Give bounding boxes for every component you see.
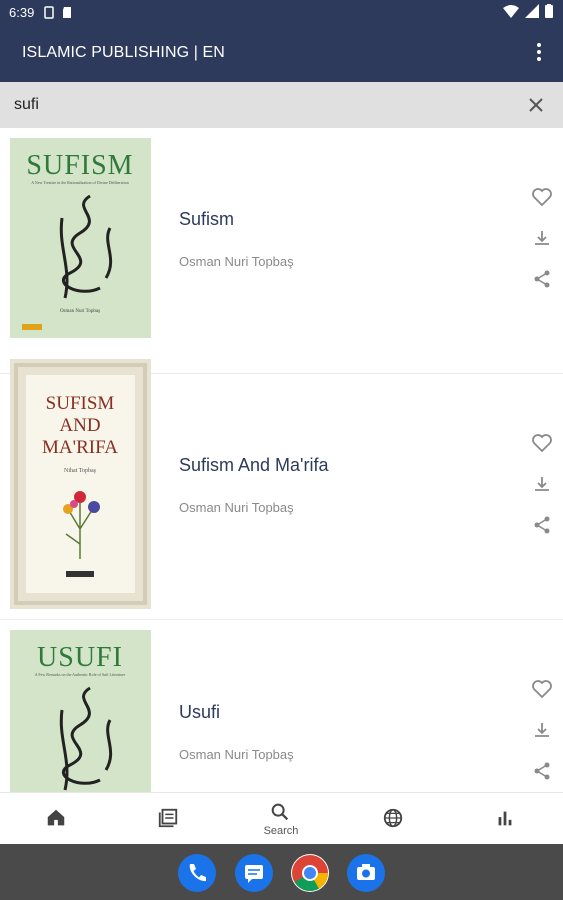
book-title: Sufism: [179, 209, 235, 229]
book-item[interactable]: USUFI A Few Remarks on the Authentic Rol…: [0, 620, 563, 792]
globe-icon: [383, 808, 403, 828]
nav-language[interactable]: [354, 793, 434, 845]
book-title: Sufism And Ma'rifa: [179, 455, 329, 475]
wifi-icon: [503, 5, 519, 18]
search-icon: [271, 803, 289, 821]
app-bar: ISLAMIC PUBLISHING | EN: [0, 26, 563, 82]
bottom-nav: Search: [0, 792, 563, 844]
cover-author: Nihat Topbaş: [64, 468, 97, 474]
home-icon: [47, 809, 65, 826]
sd-card-icon: [63, 7, 71, 18]
search-bar: [0, 82, 563, 128]
sim-icon: [44, 6, 54, 19]
close-icon[interactable]: [527, 96, 545, 114]
download-icon[interactable]: [530, 472, 554, 496]
system-dock: [0, 844, 563, 900]
status-time: 6:39: [9, 5, 35, 20]
book-list: SUFISM A New Treatise in the Rationaliza…: [0, 128, 563, 792]
cover-author: Osman Nuri Topbaş: [60, 309, 100, 314]
heart-icon[interactable]: [530, 677, 554, 701]
cover-heading: USUFI: [37, 642, 123, 673]
signal-icon: [525, 4, 539, 18]
nav-home[interactable]: [17, 793, 97, 845]
book-cover[interactable]: SUFISM AND MA'RIFA Nihat Topbaş: [10, 359, 151, 609]
cover-heading-1: SUFISM: [46, 393, 115, 414]
cover-subtitle: A Few Remarks on the Authentic Role of S…: [35, 672, 126, 677]
share-icon[interactable]: [530, 267, 554, 291]
heart-icon[interactable]: [530, 431, 554, 455]
cover-heading: SUFISM: [26, 150, 133, 181]
share-icon[interactable]: [530, 759, 554, 783]
download-icon[interactable]: [530, 718, 554, 742]
book-cover[interactable]: SUFISM A New Treatise in the Rationaliza…: [10, 138, 151, 338]
bar-chart-icon: [498, 811, 512, 826]
book-author: Osman Nuri Topbaş: [179, 500, 294, 515]
book-author: Osman Nuri Topbaş: [179, 254, 294, 269]
book-item[interactable]: SUFISM AND MA'RIFA Nihat Topbaş Sufism A…: [0, 349, 563, 620]
app-title: ISLAMIC PUBLISHING | EN: [22, 44, 225, 61]
nav-stats[interactable]: [466, 793, 546, 845]
messages-app-icon[interactable]: [235, 854, 273, 892]
search-input[interactable]: [14, 92, 494, 118]
share-icon[interactable]: [530, 513, 554, 537]
nav-search-label: Search: [263, 825, 299, 837]
nav-search[interactable]: Search: [241, 793, 321, 845]
battery-icon: [545, 4, 553, 18]
book-author: Osman Nuri Topbaş: [179, 747, 294, 762]
book-cover[interactable]: USUFI A Few Remarks on the Authentic Rol…: [10, 630, 151, 792]
status-bar: 6:39: [0, 0, 563, 26]
heart-icon[interactable]: [530, 185, 554, 209]
nav-library[interactable]: [129, 793, 209, 845]
book-title: Usufi: [179, 702, 221, 722]
book-item[interactable]: SUFISM A New Treatise in the Rationaliza…: [0, 128, 563, 374]
cover-heading-2: AND: [59, 415, 100, 436]
download-icon[interactable]: [530, 226, 554, 250]
phone-app-icon[interactable]: [178, 854, 216, 892]
camera-app-icon[interactable]: [347, 854, 385, 892]
library-icon: [158, 808, 178, 828]
overflow-menu-icon[interactable]: [535, 43, 543, 65]
chrome-app-icon[interactable]: [291, 854, 329, 892]
cover-heading-3: MA'RIFA: [42, 437, 118, 458]
cover-subtitle: A New Treatise in the Rationalization of…: [31, 180, 129, 185]
